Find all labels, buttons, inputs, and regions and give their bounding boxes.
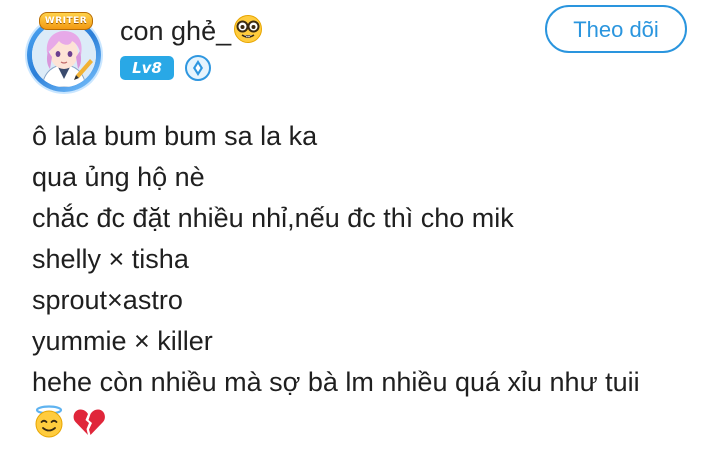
broken-heart-icon [74, 409, 106, 435]
user-name[interactable]: con ghẻ_ [120, 14, 263, 48]
follow-button[interactable]: Theo dõi [545, 5, 687, 53]
level-badge: Lv8 [120, 56, 174, 80]
post-text-line: sprout×astro [32, 285, 183, 315]
post-text-line: ô lala bum bum sa la ka [32, 121, 318, 151]
user-name-text: con ghẻ_ [120, 16, 232, 46]
avatar[interactable]: WRITER [27, 12, 105, 94]
post-emoji-line [32, 403, 712, 449]
post-text-line: chắc đc đặt nhiều nhỉ,nếu đc thì cho mik [32, 203, 514, 233]
nerd-face-icon [233, 14, 263, 52]
post-header: WRITER con ghẻ_ Lv8 Theo dõi [0, 0, 720, 110]
writer-badge: WRITER [39, 12, 93, 30]
post-text-line: qua ủng hộ nè [32, 162, 205, 192]
post-text-line: yummie × killer [32, 326, 213, 356]
verified-shield-icon [185, 55, 211, 81]
smiling-face-with-halo-icon [35, 405, 63, 438]
post-text-line: shelly × tisha [32, 244, 189, 274]
post-text-line: hehe còn nhiều mà sợ bà lm nhiều quá xỉu… [32, 367, 640, 397]
avatar-image [32, 23, 96, 87]
post-content: ô lala bum bum sa la ka qua ủng hộ nè ch… [32, 116, 712, 449]
anime-character-avatar-icon [32, 23, 96, 87]
